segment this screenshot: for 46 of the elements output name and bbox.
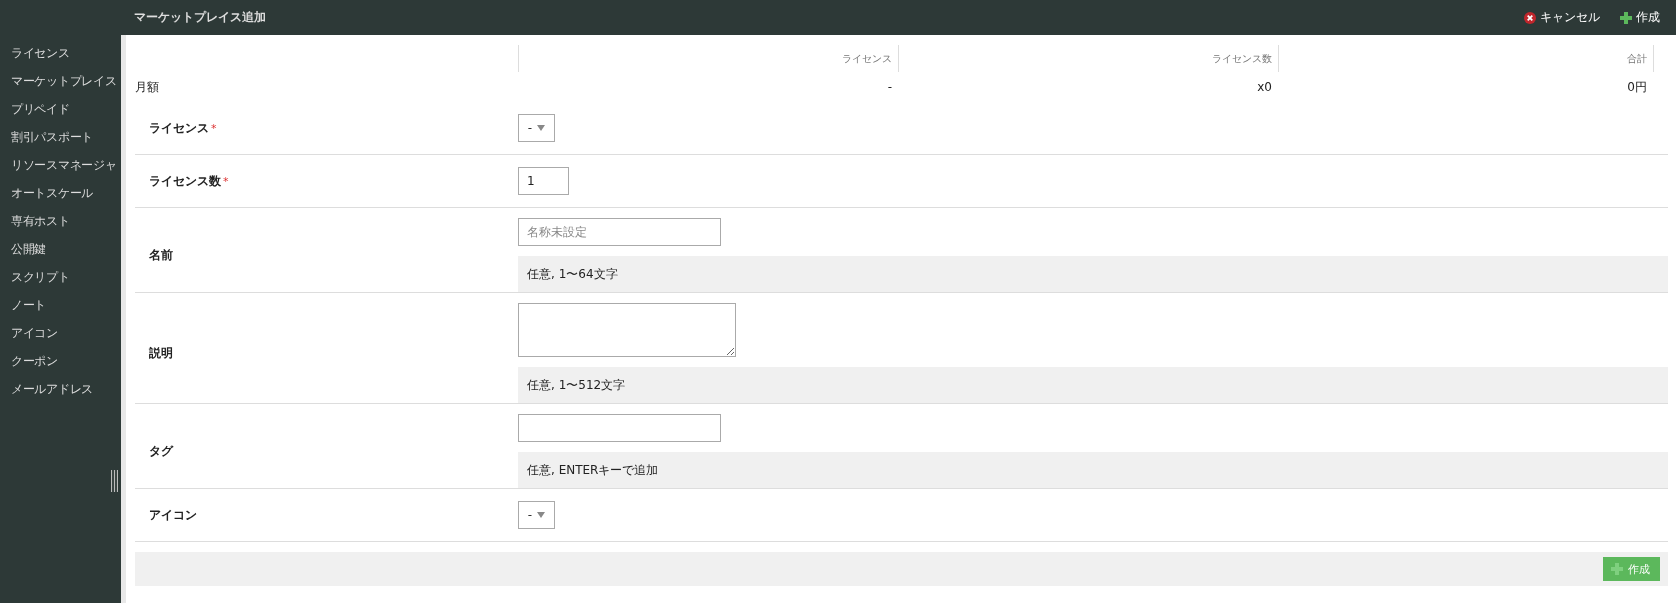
table-cell-text: x0 [1256, 79, 1273, 96]
cancel-button[interactable]: キャンセル [1522, 7, 1602, 28]
hint-text: 任意, ENTERキーで追加 [518, 452, 1668, 488]
column-header: ライセンス数 [899, 45, 1279, 72]
select-field[interactable]: - [518, 114, 555, 142]
sidebar-item[interactable]: リソースマネージャ [11, 151, 117, 179]
field-label: 説明 [149, 344, 173, 362]
sidebar-item[interactable]: 割引パスポート [11, 123, 93, 151]
number-field[interactable]: 1 [518, 167, 569, 195]
table-cell-text: - [886, 79, 893, 96]
required-mark: * [211, 121, 217, 135]
sidebar-item[interactable]: 公開鍵 [11, 235, 47, 263]
select-field[interactable]: - [518, 501, 555, 529]
sidebar-item[interactable]: アイコン [11, 319, 58, 347]
field-label: 名前 [149, 246, 173, 264]
required-mark: * [223, 174, 229, 188]
caret-icon [537, 125, 546, 131]
sidebar-item[interactable]: ノート [11, 291, 47, 319]
column-header: 合計 [1279, 45, 1654, 72]
sidebar-item[interactable]: 専有ホスト [11, 207, 70, 235]
field-label: アイコン [149, 506, 197, 524]
create-button[interactable]: 作成 [1618, 7, 1662, 28]
field-label: タグ [149, 442, 173, 460]
input-field[interactable] [518, 414, 721, 442]
sidebar-item[interactable]: メールアドレス [11, 375, 93, 403]
row-label: 月額 [135, 78, 160, 96]
sidebar-item[interactable]: スクリプト [11, 263, 70, 291]
resize-handle-icon[interactable] [111, 470, 118, 492]
field-label: ライセンス [149, 119, 209, 137]
table-cell-text: 0円 [1626, 78, 1648, 96]
sidebar-item[interactable]: クーポン [11, 347, 58, 375]
column-header: ライセンス [519, 45, 899, 72]
sidebar-item[interactable]: マーケットプレイス [11, 67, 117, 95]
caret-icon [537, 512, 546, 518]
sidebar-item[interactable]: オートスケール [11, 179, 93, 207]
sidebar-item[interactable]: プリペイド [11, 95, 70, 123]
plus-icon [1620, 11, 1632, 24]
hint-text: 任意, 1〜512文字 [518, 367, 1668, 403]
page-title: マーケットプレイス追加 [134, 9, 267, 26]
hint-text: 任意, 1〜64文字 [518, 256, 1668, 292]
sidebar-item[interactable]: ライセンス [11, 39, 70, 67]
cancel-icon [1524, 11, 1536, 24]
textarea-field[interactable] [518, 303, 736, 357]
field-label: ライセンス数 [149, 172, 221, 190]
input-field[interactable]: 名称未設定 [518, 218, 721, 246]
plus-icon [1611, 563, 1623, 575]
